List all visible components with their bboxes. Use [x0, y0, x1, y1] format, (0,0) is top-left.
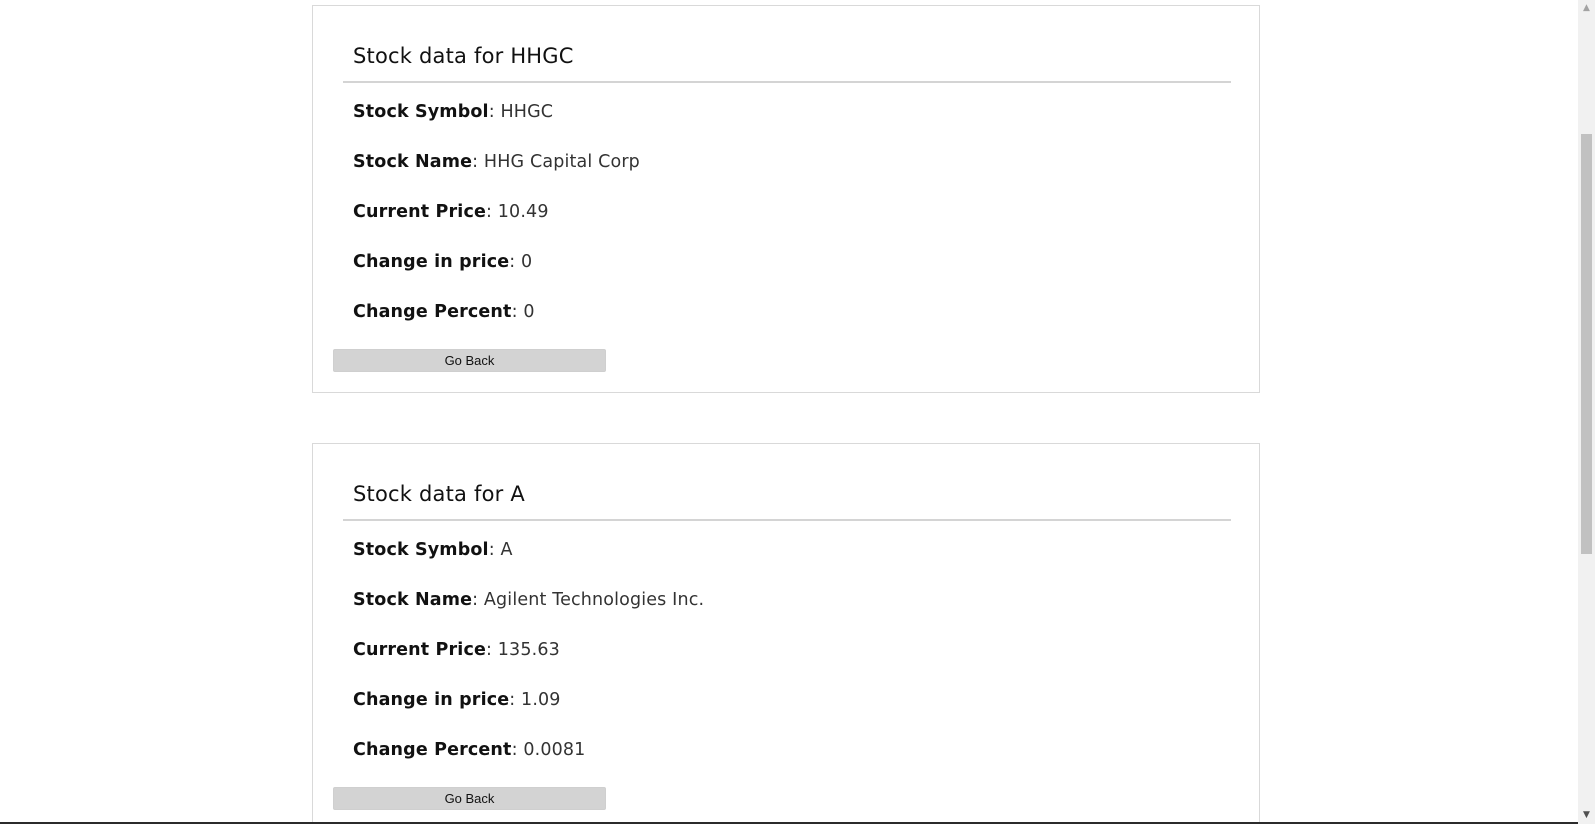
field-separator: :	[511, 302, 524, 322]
field-separator: :	[486, 202, 498, 222]
field-separator: :	[488, 102, 501, 122]
field-separator: :	[472, 590, 484, 610]
page-content: Stock data for HHGC Stock Symbol: HHGC S…	[0, 0, 1578, 824]
scroll-down-arrow-icon[interactable]: ▼	[1578, 807, 1595, 824]
stock-name-row: Stock Name: Agilent Technologies Inc.	[353, 590, 704, 610]
change-percent-label: Change Percent	[353, 740, 512, 760]
current-price-value: 10.49	[497, 202, 549, 222]
stock-card-title: Stock data for A	[353, 482, 525, 506]
go-back-button[interactable]: Go Back	[333, 787, 606, 810]
go-back-button[interactable]: Go Back	[333, 349, 606, 372]
current-price-row: Current Price: 10.49	[353, 202, 549, 222]
current-price-label: Current Price	[353, 640, 486, 660]
stock-symbol-label: Stock Symbol	[353, 540, 489, 560]
current-price-row: Current Price: 135.63	[353, 640, 560, 660]
stock-name-row: Stock Name: HHG Capital Corp	[353, 152, 640, 172]
title-divider	[343, 81, 1231, 83]
change-percent-value: 0	[523, 302, 535, 322]
change-in-price-label: Change in price	[353, 690, 510, 710]
change-in-price-row: Change in price: 0	[353, 252, 532, 272]
change-in-price-value: 1.09	[521, 690, 561, 710]
scrollbar-thumb[interactable]	[1581, 134, 1592, 554]
stock-symbol-label: Stock Symbol	[353, 102, 489, 122]
stock-card-hhgc: Stock data for HHGC Stock Symbol: HHGC S…	[312, 5, 1260, 393]
stock-symbol-row: Stock Symbol: HHGC	[353, 102, 553, 122]
field-separator: :	[488, 540, 501, 560]
stock-symbol-row: Stock Symbol: A	[353, 540, 513, 560]
stock-name-value: Agilent Technologies Inc.	[483, 590, 705, 610]
change-percent-label: Change Percent	[353, 302, 512, 322]
stock-name-label: Stock Name	[353, 590, 473, 610]
field-separator: :	[486, 640, 498, 660]
current-price-value: 135.63	[497, 640, 560, 660]
browser-viewport: Stock data for HHGC Stock Symbol: HHGC S…	[0, 0, 1595, 824]
current-price-label: Current Price	[353, 202, 486, 222]
change-percent-row: Change Percent: 0	[353, 302, 535, 322]
field-separator: :	[509, 690, 522, 710]
change-in-price-label: Change in price	[353, 252, 510, 272]
stock-symbol-value: HHGC	[500, 102, 554, 122]
field-separator: :	[472, 152, 484, 172]
scroll-up-arrow-icon[interactable]: ▲	[1578, 0, 1595, 17]
change-percent-row: Change Percent: 0.0081	[353, 740, 585, 760]
stock-name-value: HHG Capital Corp	[483, 152, 640, 172]
stock-card-title: Stock data for HHGC	[353, 44, 574, 68]
stock-symbol-value: A	[500, 540, 513, 560]
title-divider	[343, 519, 1231, 521]
change-percent-value: 0.0081	[523, 740, 586, 760]
change-in-price-value: 0	[521, 252, 533, 272]
stock-card-a: Stock data for A Stock Symbol: A Stock N…	[312, 443, 1260, 824]
field-separator: :	[511, 740, 524, 760]
field-separator: :	[509, 252, 522, 272]
stock-name-label: Stock Name	[353, 152, 473, 172]
change-in-price-row: Change in price: 1.09	[353, 690, 561, 710]
vertical-scrollbar[interactable]: ▲ ▼	[1578, 0, 1595, 824]
